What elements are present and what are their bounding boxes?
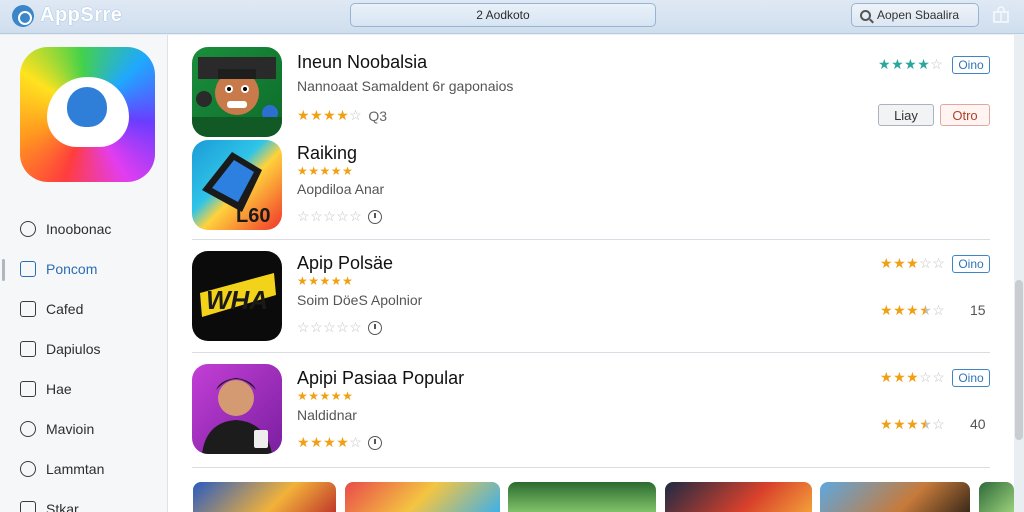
info-icon[interactable] bbox=[368, 435, 383, 450]
app-title: Apipi Pasiaa Popular bbox=[297, 368, 465, 388]
sidebar-item-4[interactable]: Hae bbox=[0, 369, 168, 409]
arrow-icon bbox=[20, 381, 36, 397]
app-title: Ineun Noobalsia bbox=[297, 52, 428, 72]
svg-text:L60: L60 bbox=[236, 205, 270, 227]
rating-stars: ★★★★☆ bbox=[297, 434, 363, 450]
search-placeholder: Aopen Sbaalira bbox=[877, 8, 960, 22]
sidebar-item-label: Inoobonac bbox=[46, 221, 112, 237]
list-item[interactable]: Apipi Pasiaa Popular ★★★★★ Naldidnar ★★★… bbox=[192, 364, 990, 456]
get-button[interactable]: Oino bbox=[952, 56, 990, 74]
app-subtitle: Naldidnar bbox=[297, 407, 357, 423]
app-title: Apip Polsäe bbox=[297, 253, 394, 273]
title-bar: AppSrre 2 Aodkoto Aopen Sbaalira bbox=[0, 0, 1024, 34]
search-icon bbox=[860, 9, 871, 21]
chat-icon bbox=[20, 421, 36, 437]
featured-thumbnail[interactable] bbox=[820, 482, 970, 512]
review-count: 40 bbox=[970, 416, 986, 432]
play-button[interactable]: Liay bbox=[878, 104, 934, 126]
sidebar: Inoobonac Poncom Cafed Dapiulos Hae Mavi… bbox=[0, 35, 168, 512]
svg-text:WHA: WHA bbox=[206, 285, 268, 315]
bag-icon[interactable] bbox=[992, 6, 1010, 24]
app-icon-game[interactable] bbox=[192, 47, 282, 137]
rating-stars: ☆☆☆☆☆ bbox=[297, 319, 363, 335]
info-icon[interactable] bbox=[368, 320, 383, 335]
sidebar-item-7[interactable]: Stkar bbox=[0, 489, 168, 512]
get-button[interactable]: Oino bbox=[952, 369, 990, 387]
review-count: 15 bbox=[970, 302, 986, 318]
scrollbar-thumb[interactable] bbox=[1015, 280, 1023, 440]
other-button[interactable]: Otro bbox=[940, 104, 990, 126]
bag-icon bbox=[20, 501, 36, 512]
list-item[interactable]: WHA Apip Polsäe ★★★★★ Soim DöeS Apolnior… bbox=[192, 251, 990, 343]
app-list: Ineun Noobalsia Nannoaat Samaldent 6r ga… bbox=[168, 35, 1014, 512]
sidebar-item-1[interactable]: Poncom bbox=[0, 249, 168, 289]
app-icon-logo[interactable]: WHA bbox=[192, 251, 282, 341]
list-item[interactable]: L60 Raiking ★★★★★ Aopdiloa Anar ☆☆☆☆☆ bbox=[192, 140, 990, 232]
app-rating: ☆☆☆☆☆ bbox=[297, 319, 383, 336]
app-title: Raiking bbox=[297, 143, 358, 163]
gear-icon bbox=[20, 461, 36, 477]
get-button[interactable]: Oino bbox=[952, 255, 990, 273]
app-store-logo-icon bbox=[12, 4, 34, 27]
app-subtitle: Nannoaat Samaldent 6r gaponaios bbox=[297, 78, 514, 94]
app-icon-profile[interactable] bbox=[192, 364, 282, 454]
rating-stars: ☆☆☆☆☆ bbox=[297, 208, 363, 224]
app-stars: ★★★★★ bbox=[297, 164, 354, 178]
divider bbox=[192, 239, 990, 240]
featured-thumbnail[interactable] bbox=[193, 482, 336, 512]
info-icon[interactable] bbox=[368, 209, 383, 224]
sidebar-item-0[interactable]: Inoobonac bbox=[0, 209, 168, 249]
divider bbox=[192, 467, 990, 468]
right-stars: ★★★☆☆ bbox=[880, 369, 946, 385]
rating-label: Q3 bbox=[368, 107, 387, 124]
sidebar-item-3[interactable]: Dapiulos bbox=[0, 329, 168, 369]
sidebar-item-label: Lammtan bbox=[46, 461, 105, 477]
sidebar-item-label: Dapiulos bbox=[46, 341, 101, 357]
list-item[interactable]: Ineun Noobalsia Nannoaat Samaldent 6r ga… bbox=[192, 47, 990, 137]
right-stars: ★★★☆☆ bbox=[880, 255, 946, 271]
app-rating: ★★★★☆ Q3 bbox=[297, 107, 387, 124]
featured-thumbnail[interactable] bbox=[665, 482, 812, 512]
search-field[interactable]: Aopen Sbaalira bbox=[851, 3, 979, 27]
app-subtitle: Aopdiloa Anar bbox=[297, 181, 385, 197]
square-icon bbox=[20, 301, 36, 317]
featured-thumbnail[interactable] bbox=[979, 482, 1014, 512]
right-rating-stars: ★★★★☆ bbox=[880, 302, 946, 318]
app-title: AppSrre bbox=[40, 4, 123, 26]
app-icon-racing[interactable]: L60 bbox=[192, 140, 282, 230]
app-subtitle: Soim DöeS Apolnior bbox=[297, 292, 423, 308]
grid-icon bbox=[20, 261, 36, 277]
sidebar-nav: Inoobonac Poncom Cafed Dapiulos Hae Mavi… bbox=[0, 209, 168, 512]
sidebar-item-label: Stkar bbox=[46, 501, 79, 512]
rating-stars: ★★★★☆ bbox=[297, 107, 363, 123]
featured-app-icon[interactable] bbox=[20, 47, 155, 182]
app-stars: ★★★★★ bbox=[297, 274, 354, 288]
sidebar-item-label: Hae bbox=[46, 381, 72, 397]
app-rating: ☆☆☆☆☆ bbox=[297, 208, 383, 225]
right-stars: ★★★★☆ bbox=[878, 56, 944, 72]
sidebar-item-label: Mavioin bbox=[46, 421, 95, 437]
sidebar-item-6[interactable]: Lammtan bbox=[0, 449, 168, 489]
sidebar-item-label: Cafed bbox=[46, 301, 84, 317]
app-rating: ★★★★☆ bbox=[297, 434, 383, 451]
sidebar-item-2[interactable]: Cafed bbox=[0, 289, 168, 329]
divider bbox=[192, 352, 990, 353]
right-rating-stars: ★★★★☆ bbox=[880, 416, 946, 432]
list-icon bbox=[20, 341, 36, 357]
target-icon bbox=[20, 221, 36, 237]
brand[interactable]: AppSrre bbox=[12, 4, 122, 27]
featured-thumbnail[interactable] bbox=[345, 482, 500, 512]
app-stars: ★★★★★ bbox=[297, 389, 354, 403]
featured-thumbnail[interactable] bbox=[508, 482, 656, 512]
sidebar-item-label: Poncom bbox=[46, 261, 98, 277]
tab-current[interactable]: 2 Aodkoto bbox=[350, 3, 656, 27]
heart-icon bbox=[67, 87, 107, 127]
sidebar-item-5[interactable]: Mavioin bbox=[0, 409, 168, 449]
